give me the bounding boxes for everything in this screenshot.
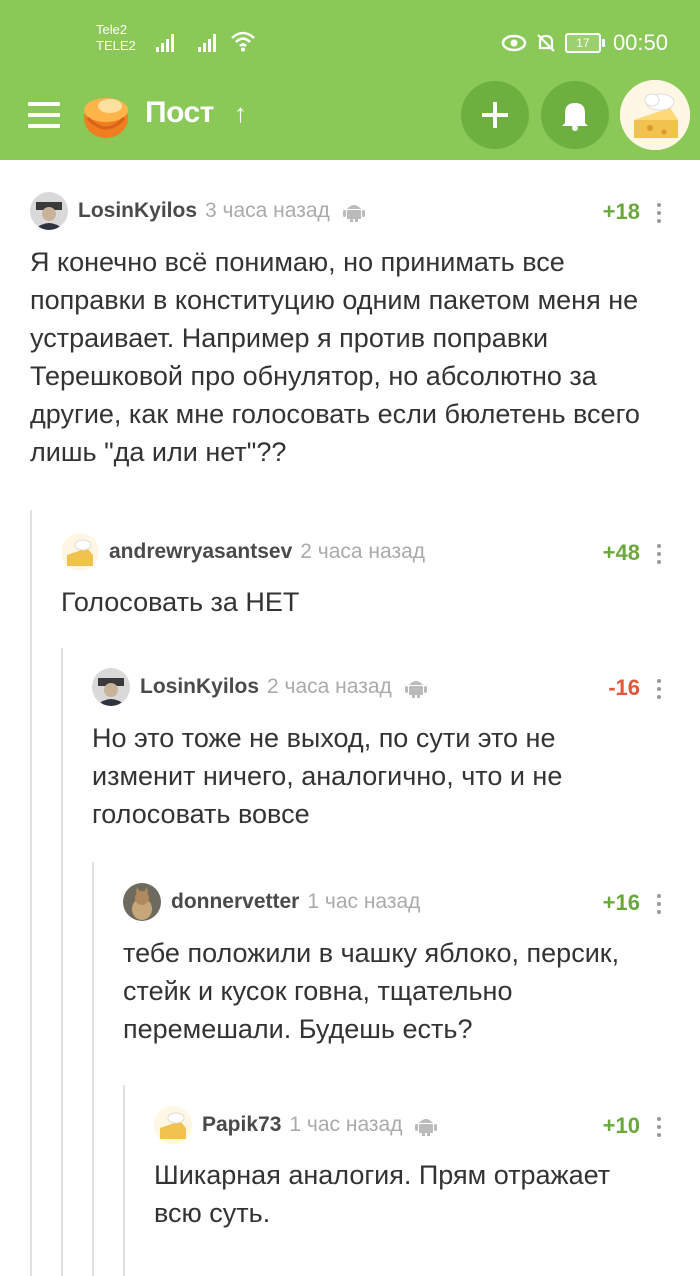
timestamp: 3 часа назад (205, 199, 330, 222)
carrier-labels: Tele2 TELE2 (96, 22, 136, 54)
comment-header: andrewryasantsev 2 часа назад (61, 532, 437, 572)
signal-icon (198, 34, 216, 52)
comment-rating[interactable]: +48 (580, 540, 640, 566)
thread-line (30, 510, 32, 1276)
page-title: Пост (145, 96, 214, 129)
user-avatar[interactable] (620, 80, 690, 150)
bell-icon (562, 103, 588, 131)
timestamp: 1 час назад (289, 1113, 403, 1136)
android-icon (404, 681, 427, 698)
comment-rating[interactable]: -16 (580, 675, 640, 701)
username[interactable]: donnervetter (171, 890, 299, 914)
signal-icon (156, 34, 174, 52)
avatar[interactable] (61, 533, 99, 571)
arrow-up-icon[interactable]: ↑ (234, 98, 247, 129)
top-bar: Tele2 TELE2 17 00:50 Пост ↑ (0, 0, 700, 160)
status-bar: Tele2 TELE2 17 00:50 (0, 0, 700, 80)
username[interactable]: Papik73 (202, 1113, 281, 1137)
comment-text: Голосовать за НЕТ (61, 587, 300, 617)
comment-text: тебе положили в чашку яблоко, персик, ст… (123, 938, 620, 1044)
more-options-icon[interactable] (657, 894, 661, 914)
comment-header: Papik73 1 час назад (154, 1105, 438, 1145)
menu-icon[interactable] (28, 102, 60, 128)
user-photo-icon (92, 668, 130, 706)
clock: 00:50 (612, 30, 668, 55)
more-options-icon[interactable] (657, 203, 661, 223)
comment-header: LosinKyilos 2 часа назад (92, 667, 428, 707)
username[interactable]: LosinKyilos (78, 199, 197, 223)
avatar[interactable] (30, 192, 68, 230)
carrier-2: TELE2 (96, 38, 136, 53)
comment-rating[interactable]: +18 (580, 199, 640, 225)
avatar[interactable] (123, 883, 161, 921)
cheese-avatar-icon (620, 80, 690, 150)
more-options-icon[interactable] (657, 1117, 661, 1137)
android-icon (415, 1119, 438, 1136)
bell-off-icon (537, 34, 555, 52)
comment-header: donnervetter 1 час назад (123, 882, 432, 922)
plus-icon (482, 102, 508, 128)
thread-line (61, 648, 63, 1276)
carrier-1: Tele2 (96, 22, 128, 37)
pikabu-logo[interactable] (80, 88, 132, 140)
comment-text: Но это тоже не выход, по сути это не изм… (92, 723, 563, 829)
timestamp: 1 час назад (307, 890, 421, 913)
user-photo-icon (30, 192, 68, 230)
timestamp: 2 часа назад (300, 540, 426, 563)
more-options-icon[interactable] (657, 544, 661, 564)
notifications-button[interactable] (541, 81, 609, 149)
username[interactable]: LosinKyilos (140, 675, 259, 699)
comment-text: Шикарная аналогия. Прям отражает всю сут… (154, 1160, 611, 1228)
thread-line (123, 1085, 125, 1276)
android-icon (342, 205, 365, 222)
cheese-avatar-icon (154, 1106, 192, 1144)
comment-text: Я конечно всё понимаю, но принимать все … (30, 247, 640, 467)
cheese-avatar-icon (61, 533, 99, 571)
comment-rating[interactable]: +16 (580, 890, 640, 916)
more-options-icon[interactable] (657, 679, 661, 699)
comment-rating[interactable]: +10 (580, 1113, 640, 1139)
eye-icon (501, 34, 527, 52)
avatar[interactable] (92, 668, 130, 706)
timestamp: 2 часа назад (267, 675, 392, 698)
comment-header: LosinKyilos 3 часа назад (30, 191, 366, 231)
status-right: 17 00:50 (501, 30, 668, 56)
wifi-icon (231, 31, 255, 52)
thread-line (92, 862, 94, 1276)
avatar[interactable] (154, 1106, 192, 1144)
cat-avatar-icon (123, 883, 161, 921)
battery-icon: 17 (564, 33, 605, 53)
username[interactable]: andrewryasantsev (109, 540, 292, 564)
add-post-button[interactable] (461, 81, 529, 149)
